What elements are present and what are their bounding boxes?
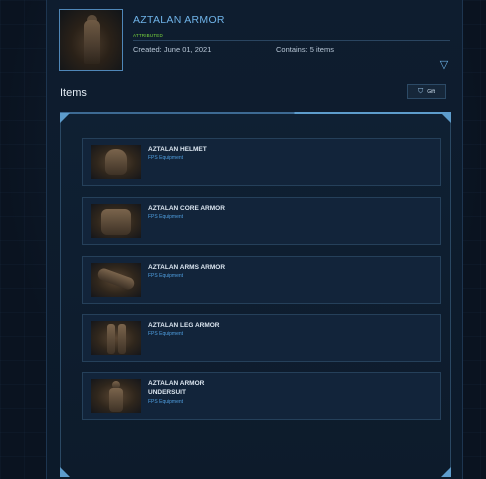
expand-button[interactable]: ▽ [438, 59, 450, 71]
item-category: FPS Equipment [148, 273, 184, 279]
item-thumbnail [91, 321, 141, 355]
item-thumbnail [91, 145, 141, 179]
items-section-title: Items [60, 87, 87, 99]
item-name: AZTALAN ARMS ARMOR [148, 264, 226, 271]
panel-top-border [60, 112, 451, 114]
gift-button[interactable]: ⛉ Gift [407, 84, 446, 99]
list-item[interactable]: AZTALAN ARMOR UNDERSUIT FPS Equipment [82, 372, 441, 420]
list-item[interactable]: AZTALAN LEG ARMOR FPS Equipment [82, 314, 441, 362]
list-item[interactable]: AZTALAN HELMET FPS Equipment [82, 138, 441, 186]
items-count: Contains: 5 items [276, 45, 334, 54]
panel-corner-bottom-left [60, 467, 70, 477]
chevron-down-icon: ▽ [439, 58, 449, 71]
item-category: FPS Equipment [148, 214, 184, 220]
panel-corner-bottom-right [441, 467, 451, 477]
item-category: FPS Equipment [148, 155, 184, 161]
item-thumbnail [91, 263, 141, 297]
list-item[interactable]: AZTALAN CORE ARMOR FPS Equipment [82, 197, 441, 245]
gift-button-label: Gift [427, 88, 436, 95]
item-name: AZTALAN LEG ARMOR [148, 322, 220, 329]
created-date: Created: June 01, 2021 [133, 45, 212, 54]
item-name: AZTALAN HELMET [148, 146, 207, 153]
item-name: AZTALAN CORE ARMOR [148, 205, 225, 212]
attributed-badge: ATTRIBUTED [133, 33, 163, 38]
panel-corner-top-left [60, 113, 70, 123]
item-name: AZTALAN ARMOR UNDERSUIT [148, 380, 205, 396]
gift-icon: ⛉ [417, 87, 424, 95]
armor-figure [84, 20, 100, 64]
header-divider [133, 40, 450, 41]
list-item[interactable]: AZTALAN ARMS ARMOR FPS Equipment [82, 256, 441, 304]
item-category: FPS Equipment [148, 331, 184, 337]
pack-thumbnail [59, 9, 123, 71]
pack-title: AZTALAN ARMOR [133, 14, 225, 26]
item-thumbnail [91, 379, 141, 413]
panel-corner-top-right [441, 113, 451, 123]
item-category: FPS Equipment [148, 399, 184, 405]
item-thumbnail [91, 204, 141, 238]
